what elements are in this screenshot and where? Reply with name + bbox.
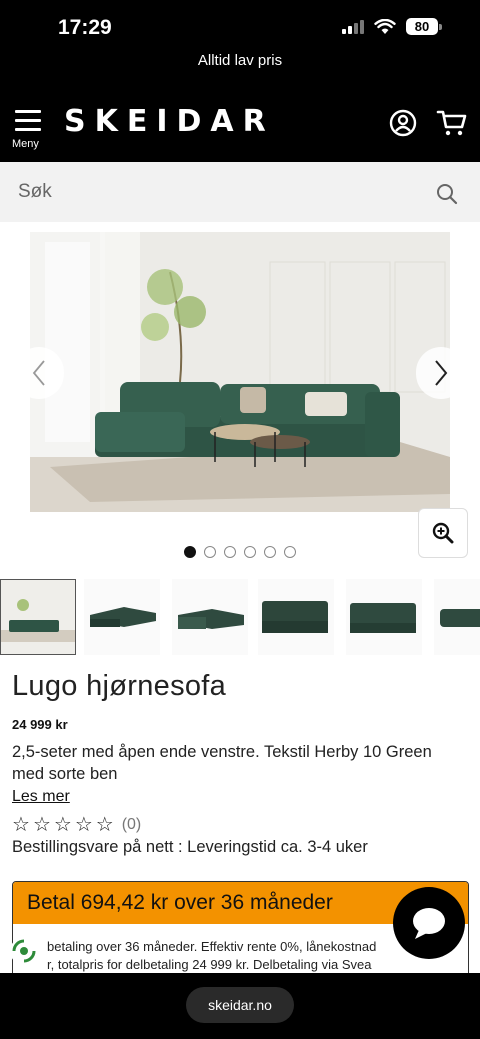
thumbnail-1[interactable] (0, 579, 76, 655)
gallery-dot[interactable] (184, 546, 196, 558)
url-bar[interactable]: skeidar.no (186, 987, 294, 1023)
product-price: 24 999 kr (12, 717, 68, 732)
chevron-left-icon (32, 360, 45, 386)
gallery-dot[interactable] (204, 546, 216, 558)
menu-button[interactable]: Meny (12, 108, 46, 154)
read-more-link[interactable]: Les mer (12, 788, 70, 806)
rating[interactable]: ☆ ☆ ☆ ☆ ☆ (0) (12, 814, 141, 836)
cart-icon (436, 110, 467, 136)
financing-details: betaling over 36 måneder. Effektiv rente… (47, 938, 427, 974)
accessibility-icon[interactable] (8, 935, 40, 967)
search-icon[interactable] (436, 183, 458, 205)
gallery-dot[interactable] (284, 546, 296, 558)
chat-bubble-icon (413, 908, 445, 939)
gallery-dots (184, 546, 296, 558)
star-icon: ☆ (32, 814, 51, 836)
star-icon: ☆ (74, 814, 93, 836)
thumbnail-5[interactable] (346, 579, 422, 655)
rating-count: (0) (121, 816, 142, 833)
status-time: 17:29 (58, 16, 112, 39)
chevron-right-icon (435, 360, 448, 386)
product-gallery (0, 222, 480, 578)
financing-line-2: r, totalpris for delbetaling 24 999 kr. … (47, 957, 372, 972)
user-icon (389, 109, 417, 137)
star-icon: ☆ (12, 814, 30, 836)
product-title: Lugo hjørnesofa (12, 670, 227, 702)
zoom-button[interactable] (418, 508, 468, 558)
battery-level: 80 (406, 18, 438, 35)
thumbnail-3[interactable] (172, 579, 248, 655)
product-image[interactable] (30, 232, 450, 512)
menu-label: Meny (12, 138, 39, 150)
account-button[interactable] (388, 108, 418, 138)
hamburger-icon (15, 110, 41, 137)
promo-banner: Alltid lav pris (0, 50, 480, 90)
site-header: Meny SKEIDAR (0, 90, 480, 162)
star-icon: ☆ (95, 814, 114, 836)
status-bar: 17:29 80 (0, 0, 480, 50)
thumbnail-2[interactable] (84, 579, 160, 655)
cellular-signal-icon (342, 19, 364, 34)
cart-button[interactable] (436, 107, 468, 139)
previous-image-button[interactable] (14, 347, 64, 399)
gallery-dot[interactable] (244, 546, 256, 558)
thumbnail-6[interactable] (434, 579, 480, 655)
skeidar-logo[interactable]: SKEIDAR (64, 104, 275, 139)
wifi-icon (374, 18, 396, 34)
chat-button[interactable] (393, 887, 465, 959)
zoom-in-icon (432, 522, 454, 544)
gallery-dot[interactable] (264, 546, 276, 558)
thumbnail-4[interactable] (258, 579, 334, 655)
product-description: 2,5-seter med åpen ende venstre. Tekstil… (12, 743, 432, 783)
promo-text: Alltid lav pris (197, 52, 283, 69)
battery-icon: 80 (406, 18, 442, 35)
status-icons: 80 (342, 18, 442, 35)
availability-text: Bestillingsvare på nett : Leveringstid c… (12, 838, 368, 856)
gallery-dot[interactable] (224, 546, 236, 558)
next-image-button[interactable] (416, 347, 466, 399)
search-input[interactable] (18, 176, 418, 208)
thumbnail-strip (0, 579, 480, 657)
browser-bar: skeidar.no (0, 973, 480, 1039)
financing-line-1: betaling over 36 måneder. Effektiv rente… (47, 939, 377, 954)
star-icon: ☆ (53, 814, 72, 836)
search-bar (0, 162, 480, 222)
